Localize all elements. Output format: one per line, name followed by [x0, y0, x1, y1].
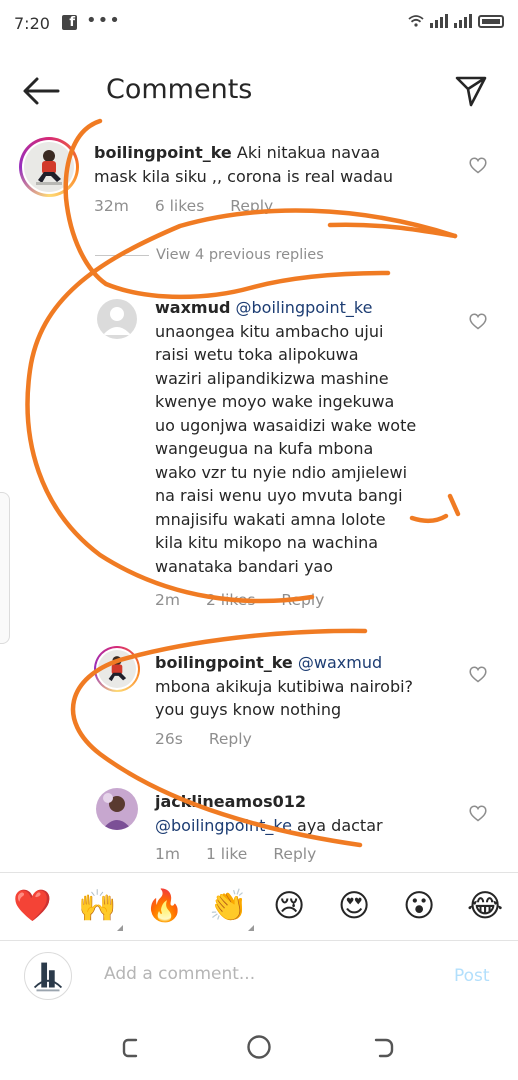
- clapping-emoji-button[interactable]: 👏: [209, 888, 248, 924]
- like-heart-icon[interactable]: [469, 666, 487, 683]
- comment-composer: [0, 940, 518, 1013]
- reply-button[interactable]: Reply: [273, 845, 316, 863]
- skin-tone-indicator-icon: [248, 925, 254, 931]
- reply-comment: waxmud @boilingpoint_ke unaongea kitu am…: [155, 296, 455, 578]
- own-avatar: [24, 952, 72, 1000]
- post-button[interactable]: Post: [454, 966, 490, 986]
- reply-button[interactable]: Reply: [281, 591, 324, 609]
- comment-meta: 2m 2 likes Reply: [155, 591, 324, 609]
- comment-line: uo ugonjwa wasaidizi wake wote: [155, 415, 417, 435]
- system-nav-bar: [0, 1012, 518, 1080]
- comment-username[interactable]: waxmud: [155, 298, 230, 317]
- comment-line: mbona akikuja kutibiwa nairobi?: [155, 676, 414, 696]
- heart-eyes-emoji-button[interactable]: 😍: [338, 888, 370, 924]
- comment-line: kila kitu mikopo na wachina: [155, 533, 379, 552]
- home-icon[interactable]: [246, 1034, 272, 1060]
- likes-count[interactable]: 2 likes: [206, 591, 255, 609]
- comment-line: wangeugua na kufa mbona: [155, 439, 374, 458]
- comment-time: 32m: [94, 197, 129, 215]
- comment-meta: 32m 6 likes Reply: [94, 197, 273, 215]
- signal-icon-2: [454, 14, 472, 28]
- like-heart-icon[interactable]: [469, 313, 487, 330]
- recents-icon[interactable]: [120, 1036, 144, 1060]
- fire-emoji-button[interactable]: 🔥: [145, 888, 184, 924]
- mention-link[interactable]: @boilingpoint_ke: [236, 298, 373, 317]
- comment-text: aya dactar: [291, 815, 383, 835]
- reply-comment: jacklineamos012 @boilingpoint_ke aya dac…: [155, 790, 455, 837]
- mention-link[interactable]: @waxmud: [298, 653, 382, 672]
- comment-username[interactable]: boilingpoint_ke: [155, 653, 293, 672]
- comment-line: unaongea kitu ambacho ujui: [155, 321, 384, 341]
- comment-input[interactable]: Add a comment...: [104, 964, 255, 984]
- story-ring: [94, 646, 140, 692]
- status-bar: 7:20 f •••: [0, 0, 518, 52]
- back-arrow-icon[interactable]: [22, 76, 60, 106]
- comment-time: 26s: [155, 730, 183, 748]
- status-time: 7:20: [14, 14, 50, 33]
- avatar[interactable]: [96, 648, 138, 690]
- likes-count[interactable]: 1 like: [206, 845, 247, 863]
- comment-line: raisi wetu toka alipokuwa: [155, 345, 359, 364]
- comment-line: wako vzr tu nyie ndio amjielewi: [155, 462, 408, 482]
- wifi-icon: [408, 15, 424, 27]
- page-title: Comments: [106, 74, 253, 105]
- comment-line: you guys know nothing: [155, 700, 342, 719]
- raised-hands-emoji-button[interactable]: 🙌: [78, 888, 117, 924]
- main-comment: boilingpoint_ke Aki nitakua navaa mask k…: [94, 141, 454, 188]
- comment-text: mask kila siku ,, corona is real wadau: [94, 166, 394, 186]
- mention-link[interactable]: @boilingpoint_ke: [155, 816, 292, 835]
- emoji-quick-bar: ❤️ 🙌 🔥 👏 😢 😍 😮 😂: [0, 872, 518, 941]
- comment-line: na raisi wenu uyo mvuta bangi: [155, 486, 403, 505]
- replies-divider: [95, 255, 149, 256]
- comment-line: wanataka bandari yao: [155, 556, 334, 576]
- comment-line: kwenye moyo wake ingekuwa: [155, 392, 395, 411]
- comment-meta: 1m 1 like Reply: [155, 845, 316, 863]
- back-nav-icon[interactable]: [372, 1036, 396, 1060]
- crying-emoji-button[interactable]: 😢: [273, 888, 305, 924]
- status-icons: [408, 14, 504, 28]
- signal-icon: [430, 14, 448, 28]
- likes-count[interactable]: 6 likes: [155, 197, 204, 215]
- story-ring: [19, 137, 79, 197]
- battery-icon: [478, 14, 504, 28]
- reply-button[interactable]: Reply: [209, 730, 252, 748]
- comment-username[interactable]: jacklineamos012: [155, 792, 306, 811]
- avatar[interactable]: [97, 299, 137, 339]
- direct-share-icon[interactable]: [454, 74, 488, 108]
- skin-tone-indicator-icon: [117, 925, 123, 931]
- more-notifications-icon: •••: [86, 10, 121, 31]
- comment-line: waziri alipandikizwa mashine: [155, 368, 389, 388]
- comment-time: 2m: [155, 591, 180, 609]
- comment-username[interactable]: boilingpoint_ke: [94, 143, 232, 162]
- heart-emoji-button[interactable]: ❤️: [13, 888, 52, 924]
- avatar[interactable]: [96, 788, 138, 830]
- reply-comment: boilingpoint_ke @waxmud mbona akikuja ku…: [155, 651, 455, 722]
- comment-text: Aki nitakua navaa: [236, 143, 381, 162]
- surprised-emoji-button[interactable]: 😮: [403, 888, 435, 924]
- view-previous-replies[interactable]: View 4 previous replies: [156, 247, 324, 263]
- laughing-emoji-button[interactable]: 😂: [467, 888, 503, 924]
- comment-line: mnajisifu wakati amna lolote: [155, 509, 386, 529]
- avatar[interactable]: [22, 140, 76, 194]
- comment-meta: 26s Reply: [155, 730, 252, 748]
- side-panel-handle[interactable]: [0, 492, 10, 644]
- like-heart-icon[interactable]: [469, 157, 487, 174]
- comment-time: 1m: [155, 845, 180, 863]
- like-heart-icon[interactable]: [469, 805, 487, 822]
- reply-button[interactable]: Reply: [230, 197, 273, 215]
- facebook-notification-icon: f: [62, 15, 77, 30]
